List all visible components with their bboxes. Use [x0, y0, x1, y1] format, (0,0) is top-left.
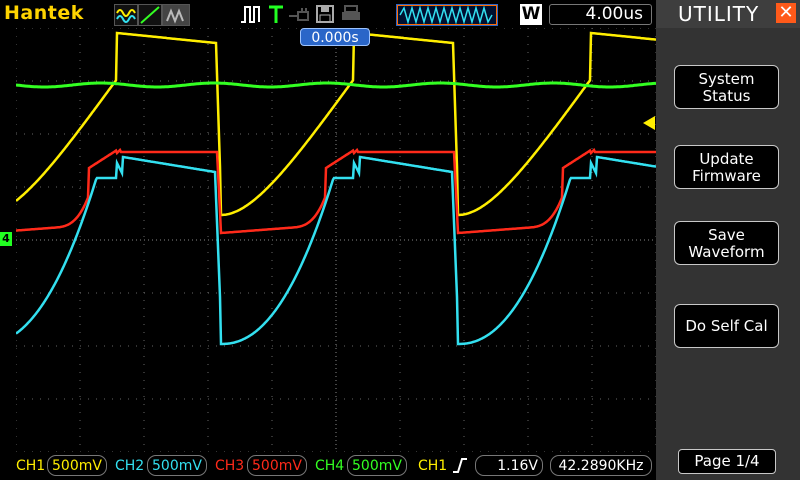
- trigger-level-marker[interactable]: [643, 116, 655, 130]
- ch4-scale[interactable]: 500mV: [347, 455, 407, 476]
- top-status-bar: Hantek W 4.00us: [0, 0, 656, 28]
- ch2-label[interactable]: CH2: [115, 458, 144, 474]
- update-firmware-label-line1: Update: [699, 150, 754, 168]
- system-status-label-line2: Status: [702, 87, 751, 105]
- save-icon[interactable]: [315, 4, 335, 24]
- save-waveform-button[interactable]: Save Waveform: [674, 221, 779, 265]
- ch3-label[interactable]: CH3: [215, 458, 244, 474]
- waveform-display[interactable]: [16, 28, 656, 452]
- waveform-icon[interactable]: [114, 4, 138, 26]
- ch4-ground-marker[interactable]: 4: [0, 232, 12, 246]
- waveform-canvas: [16, 28, 656, 452]
- menu-title-bar: UTILITY ✕: [656, 0, 800, 28]
- ramp-icon[interactable]: [138, 4, 162, 26]
- window-mode-icon[interactable]: W: [520, 4, 542, 25]
- save-waveform-label-line1: Save: [708, 226, 745, 244]
- memory-depth-indicator[interactable]: [396, 4, 498, 26]
- update-firmware-label-line2: Firmware: [692, 167, 761, 185]
- menu-title: UTILITY: [678, 2, 760, 26]
- probe-icon[interactable]: [288, 4, 312, 24]
- print-icon[interactable]: [340, 4, 362, 24]
- do-self-cal-button[interactable]: Do Self Cal: [674, 304, 779, 348]
- pulse-icon[interactable]: [240, 4, 262, 24]
- system-status-button[interactable]: System Status: [674, 65, 779, 109]
- trigger-level[interactable]: 1.16V: [475, 455, 543, 476]
- do-self-cal-label: Do Self Cal: [685, 317, 768, 335]
- update-firmware-button[interactable]: Update Firmware: [674, 145, 779, 189]
- rising-edge-icon: [452, 456, 468, 478]
- system-status-label-line1: System: [698, 70, 755, 88]
- graticule: [16, 28, 656, 452]
- ch1-scale[interactable]: 500mV: [47, 455, 107, 476]
- gray-icon[interactable]: [162, 4, 190, 26]
- ch4-label[interactable]: CH4: [315, 458, 344, 474]
- save-waveform-label-line2: Waveform: [688, 243, 765, 261]
- ch2-scale[interactable]: 500mV: [147, 455, 207, 476]
- close-icon[interactable]: ✕: [776, 3, 796, 23]
- brand-logo: Hantek: [4, 2, 84, 24]
- trigger-time-marker[interactable]: 0.000s: [300, 28, 370, 46]
- frequency-readout: 42.2890KHz: [550, 455, 652, 476]
- timebase-display[interactable]: 4.00us: [549, 4, 652, 25]
- trigger-t-icon[interactable]: [266, 4, 286, 24]
- page-indicator-button[interactable]: Page 1/4: [678, 449, 776, 474]
- trigger-source[interactable]: CH1: [418, 458, 447, 474]
- channel-status-bar: CH1 500mV CH2 500mV CH3 500mV CH4 500mV …: [0, 452, 656, 480]
- ch2-trace: [16, 155, 656, 346]
- utility-menu-panel: UTILITY ✕ System Status Update Firmware …: [656, 0, 800, 480]
- ch1-label[interactable]: CH1: [16, 458, 45, 474]
- ch3-scale[interactable]: 500mV: [247, 455, 307, 476]
